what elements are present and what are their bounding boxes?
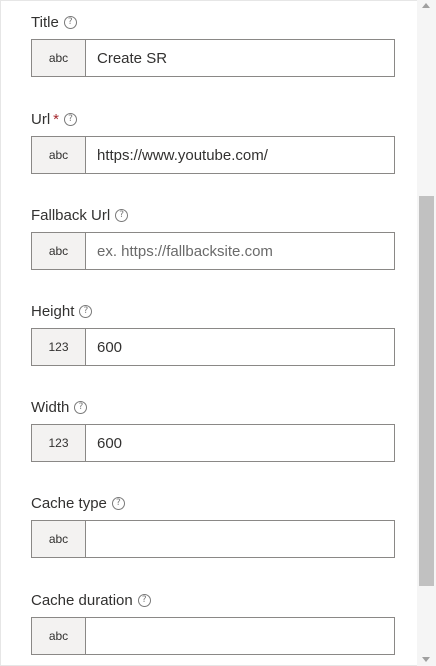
type-badge: 123 [32, 329, 86, 365]
input-value[interactable]: 600 [86, 425, 394, 461]
field-fallback-url: Fallback Url ? abc ex. https://fallbacks… [31, 204, 395, 270]
field-label: Title [31, 13, 59, 31]
field-height: Height ? 123 600 [31, 300, 395, 366]
height-input[interactable]: 123 600 [31, 328, 395, 366]
scroll-thumb[interactable] [419, 196, 434, 586]
type-badge: abc [32, 618, 86, 654]
type-badge: abc [32, 40, 86, 76]
field-width: Width ? 123 600 [31, 396, 395, 462]
help-circle-icon[interactable]: ? [79, 304, 93, 318]
url-input[interactable]: abc https://www.youtube.com/ [31, 136, 395, 174]
help-circle-icon[interactable]: ? [64, 112, 78, 126]
type-badge: abc [32, 521, 86, 557]
field-label: Fallback Url [31, 206, 111, 224]
field-label: Width [31, 398, 70, 416]
cache-type-input[interactable]: abc [31, 520, 395, 558]
field-url: Url * ? abc https://www.youtube.com/ [31, 108, 395, 174]
field-cache-type-label-row: Cache type ? [31, 492, 395, 514]
scroll-up-arrow-icon[interactable] [422, 3, 430, 8]
input-value[interactable]: 600 [86, 329, 394, 365]
field-label: Cache duration [31, 591, 133, 609]
field-cache-type: Cache type ? abc [31, 492, 395, 558]
scroll-down-arrow-icon[interactable] [422, 657, 430, 662]
help-circle-icon[interactable]: ? [63, 15, 77, 29]
input-value[interactable]: https://www.youtube.com/ [86, 137, 394, 173]
input-value[interactable] [86, 521, 394, 557]
field-cache-duration-label-row: Cache duration ? [31, 589, 395, 611]
field-label: Height [31, 302, 75, 320]
cache-duration-input[interactable]: abc [31, 617, 395, 655]
type-badge: abc [32, 137, 86, 173]
help-circle-icon[interactable]: ? [115, 208, 129, 222]
field-cache-duration: Cache duration ? abc [31, 589, 395, 655]
field-url-label-row: Url * ? [31, 108, 395, 130]
field-fallback-url-label-row: Fallback Url ? [31, 204, 395, 226]
field-title: Title ? abc Create SR [31, 11, 395, 77]
input-placeholder[interactable]: ex. https://fallbacksite.com [86, 233, 394, 269]
type-badge: 123 [32, 425, 86, 461]
type-badge: abc [32, 233, 86, 269]
field-height-label-row: Height ? [31, 300, 395, 322]
field-title-label-row: Title ? [31, 11, 395, 33]
help-circle-icon[interactable]: ? [74, 400, 88, 414]
properties-panel: Title ? abc Create SR Url * ? abc https:… [0, 0, 436, 666]
help-circle-icon[interactable]: ? [111, 496, 125, 510]
help-circle-icon[interactable]: ? [137, 593, 151, 607]
field-label: Url [31, 110, 51, 128]
width-input[interactable]: 123 600 [31, 424, 395, 462]
vertical-scrollbar[interactable] [417, 0, 436, 666]
field-width-label-row: Width ? [31, 396, 395, 418]
required-marker: * [53, 110, 60, 128]
input-value[interactable]: Create SR [86, 40, 394, 76]
title-input[interactable]: abc Create SR [31, 39, 395, 77]
input-value[interactable] [86, 618, 394, 654]
fallback-url-input[interactable]: abc ex. https://fallbacksite.com [31, 232, 395, 270]
field-label: Cache type [31, 494, 107, 512]
